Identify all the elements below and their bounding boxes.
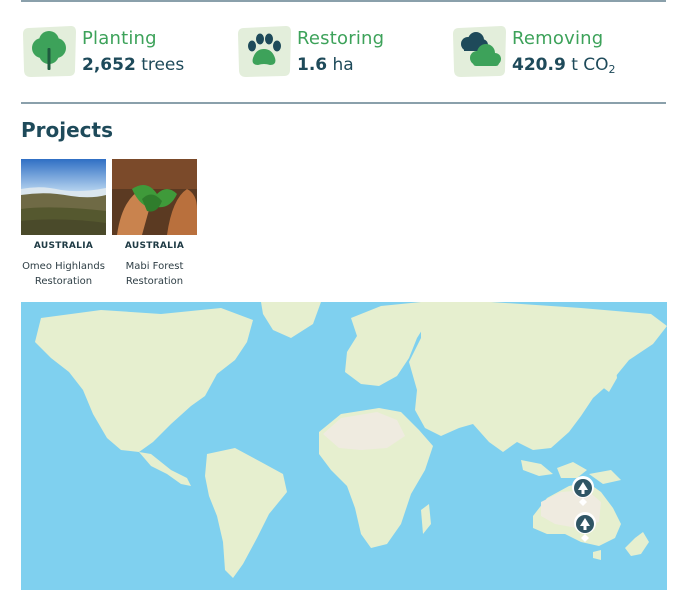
cloud-icon xyxy=(453,26,506,77)
stat-planting: Planting 2,652 trees xyxy=(21,24,221,80)
project-name[interactable]: Omeo Highlands Restoration xyxy=(21,259,106,289)
tree-icon xyxy=(23,26,76,77)
project-country: AUSTRALIA xyxy=(124,241,185,251)
projects-heading: Projects xyxy=(21,118,114,142)
stat-removing: Removing 420.9 t CO2 xyxy=(451,24,651,80)
project-photo xyxy=(112,159,197,235)
stat-value: 420.9 t CO2 xyxy=(512,55,616,76)
project-name[interactable]: Mabi Forest Restoration xyxy=(112,259,197,289)
stat-value: 2,652 trees xyxy=(82,55,185,75)
project-card-omeo-highlands[interactable]: AUSTRALIA Omeo Highlands Restoration xyxy=(21,159,106,289)
stat-title: Removing xyxy=(512,28,604,49)
top-divider xyxy=(21,0,666,2)
project-photo xyxy=(21,159,106,235)
stat-title: Planting xyxy=(82,28,157,49)
paw-icon xyxy=(238,26,291,77)
stat-restoring: Restoring 1.6 ha xyxy=(236,24,436,80)
world-map[interactable] xyxy=(21,302,667,590)
section-divider xyxy=(21,102,666,104)
project-country: AUSTRALIA xyxy=(33,241,94,251)
project-card-mabi-forest[interactable]: AUSTRALIA Mabi Forest Restoration xyxy=(112,159,197,289)
stat-value: 1.6 ha xyxy=(297,55,354,75)
stat-title: Restoring xyxy=(297,28,385,49)
